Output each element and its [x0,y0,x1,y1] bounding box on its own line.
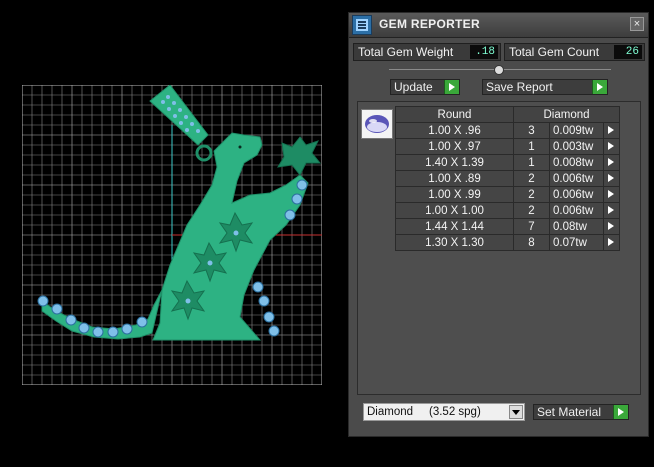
3d-viewport[interactable] [0,0,348,467]
gem-size: 1.40 X 1.39 [395,154,514,171]
gem-reporter-panel: GEM REPORTER × Total Gem Weight .18 Tota… [348,12,649,437]
total-gem-weight-label: Total Gem Weight [358,45,454,59]
total-gem-weight-value: .18 [470,45,498,59]
gem-qty: 7 [513,218,550,235]
total-gem-weight: Total Gem Weight .18 [353,43,501,61]
gem-weight: 0.006tw [549,170,604,187]
panel-title: GEM REPORTER [379,17,480,31]
table-row: 1.40 X 1.39 1 0.008tw [395,154,620,171]
gem-qty: 8 [513,234,550,251]
model-grid [22,85,322,385]
col-shape-header: Round [395,106,514,123]
set-material-button-label: Set Material [537,405,602,419]
set-material-button[interactable]: Set Material [533,404,629,420]
gem-weight: 0.07tw [549,234,604,251]
save-report-button-label: Save Report [486,80,553,94]
play-arrow-icon[interactable] [603,154,620,171]
gem-weight: 0.08tw [549,218,604,235]
update-button[interactable]: Update [390,79,460,95]
update-button-label: Update [394,80,433,94]
gem-size: 1.44 X 1.44 [395,218,514,235]
material-select-value: Diamond (3.52 spg) [367,406,481,418]
gem-size: 1.00 X .99 [395,186,514,203]
bail-ring [195,144,213,162]
cat-eye [238,145,242,149]
table-row: 1.00 X .97 1 0.003tw [395,138,620,155]
gem-qty: 2 [513,186,550,203]
col-material-header: Diamond [513,106,620,123]
table-row: 1.00 X .99 2 0.006tw [395,186,620,203]
table-row: 1.00 X .96 3 0.009tw [395,122,620,139]
gem-qty: 2 [513,202,550,219]
table-row: 1.44 X 1.44 7 0.08tw [395,218,620,235]
gem-qty: 2 [513,170,550,187]
gem-size: 1.00 X .96 [395,122,514,139]
gem-weight: 0.006tw [549,186,604,203]
play-arrow-icon [613,405,628,419]
title-bar[interactable]: GEM REPORTER × [349,13,648,38]
close-icon[interactable]: × [630,17,644,31]
save-report-button[interactable]: Save Report [482,79,608,95]
material-select[interactable]: Diamond (3.52 spg) [363,403,525,421]
gem-qty: 1 [513,154,550,171]
round-gem-icon[interactable] [361,109,393,139]
total-gem-count-value: 26 [614,45,642,59]
play-arrow-icon[interactable] [603,122,620,139]
gem-size: 1.00 X .97 [395,138,514,155]
play-arrow-icon[interactable] [603,186,620,203]
table-row: 1.00 X .89 2 0.006tw [395,170,620,187]
gem-weight: 0.009tw [549,122,604,139]
gem-table-header: Round Diamond [395,106,620,123]
gem-qty: 3 [513,122,550,139]
gem-weight: 0.003tw [549,138,604,155]
gem-size: 1.00 X .89 [395,170,514,187]
table-row: 1.00 X 1.00 2 0.006tw [395,202,620,219]
play-arrow-icon[interactable] [603,170,620,187]
total-gem-count: Total Gem Count 26 [504,43,645,61]
gem-qty: 1 [513,138,550,155]
gem-weight: 0.008tw [549,154,604,171]
play-arrow-icon[interactable] [603,138,620,155]
play-arrow-icon [444,80,459,94]
gem-reporter-icon [352,15,372,35]
gem-size: 1.30 X 1.30 [395,234,514,251]
total-gem-count-label: Total Gem Count [509,45,600,59]
play-arrow-icon[interactable] [603,218,620,235]
play-arrow-icon[interactable] [603,234,620,251]
table-row: 1.30 X 1.30 8 0.07tw [395,234,620,251]
leg-gems [252,281,280,337]
gem-table: Round Diamond 1.00 X .96 3 0.009tw 1.00 … [395,106,620,251]
play-arrow-icon [592,80,607,94]
chevron-down-icon[interactable] [509,405,523,419]
play-arrow-icon[interactable] [603,202,620,219]
gem-weight: 0.006tw [549,202,604,219]
report-slider-thumb[interactable] [494,65,504,75]
gem-size: 1.00 X 1.00 [395,202,514,219]
